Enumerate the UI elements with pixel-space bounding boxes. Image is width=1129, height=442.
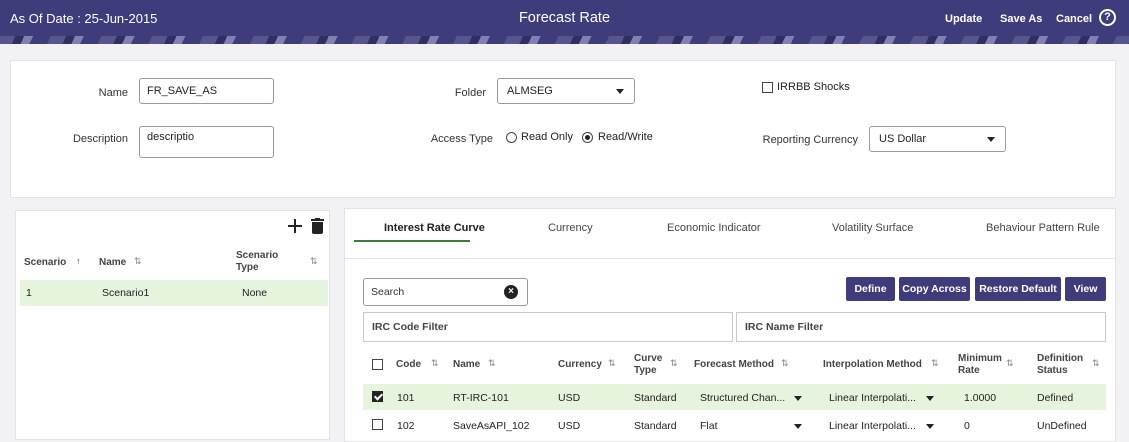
irc-code-filter[interactable]: IRC Code Filter [363, 312, 733, 342]
tab-economic-indicator[interactable]: Economic Indicator [667, 222, 761, 234]
row-name: RT-IRC-101 [453, 392, 509, 404]
tab-currency[interactable]: Currency [548, 222, 593, 234]
scenario-panel [15, 210, 330, 440]
row-minimum-rate[interactable]: 1.0000 [964, 392, 996, 404]
sort-asc-icon[interactable]: ↑ [76, 256, 81, 266]
scenario-number: 1 [26, 287, 32, 299]
view-button[interactable]: View [1065, 277, 1106, 301]
tabs-divider [344, 258, 1116, 259]
app-header: As Of Date : 25-Jun-2015 Forecast Rate U… [0, 0, 1129, 44]
sort-icon[interactable]: ⇅ [670, 358, 678, 369]
read-write-label: Read/Write [598, 131, 653, 143]
folder-label: Folder [454, 87, 486, 99]
read-only-label: Read Only [521, 131, 573, 143]
row-checkbox[interactable] [372, 419, 383, 430]
row-curve-type: Standard [634, 420, 677, 432]
chevron-down-icon [616, 89, 624, 94]
scenario-row[interactable]: 1 Scenario1 None [20, 280, 328, 306]
chevron-down-icon[interactable] [794, 424, 802, 429]
tab-interest-rate-curve[interactable]: Interest Rate Curve [384, 222, 485, 234]
forecast-method-select[interactable]: Flat [700, 420, 718, 432]
interpolation-method-select[interactable]: Linear Interpolati... [829, 392, 916, 404]
name-label: Name [98, 87, 128, 99]
row-curve-type: Standard [634, 392, 677, 404]
col-header-name[interactable]: Name [99, 257, 126, 269]
clear-search-icon[interactable]: × [504, 285, 518, 299]
chevron-down-icon[interactable] [926, 396, 934, 401]
select-all-checkbox[interactable] [372, 359, 383, 370]
define-button[interactable]: Define [846, 277, 895, 301]
tab-behaviour-pattern-rule[interactable]: Behaviour Pattern Rule [986, 222, 1100, 234]
help-icon[interactable]: ? [1099, 9, 1116, 26]
sort-icon[interactable]: ⇅ [134, 256, 142, 267]
tab-volatility-surface[interactable]: Volatility Surface [832, 222, 913, 234]
row-minimum-rate[interactable]: 0 [964, 420, 970, 432]
add-icon[interactable] [287, 218, 303, 234]
trash-icon[interactable] [311, 218, 324, 234]
sort-icon[interactable]: ⇅ [1006, 358, 1014, 369]
scenario-name: Scenario1 [102, 287, 150, 299]
irrbb-shocks-label: IRRBB Shocks [777, 81, 850, 93]
sort-icon[interactable]: ⇅ [488, 358, 496, 369]
description-label: Description [72, 133, 128, 145]
sort-icon[interactable]: ⇅ [781, 358, 789, 369]
sort-icon[interactable]: ⇅ [608, 358, 616, 369]
col-header-scenario[interactable]: Scenario [24, 257, 66, 269]
restore-default-button[interactable]: Restore Default [975, 277, 1061, 301]
row-currency: USD [558, 392, 581, 404]
sort-icon[interactable]: ⇅ [431, 358, 439, 369]
interpolation-method-select[interactable]: Linear Interpolati... [829, 420, 916, 432]
row-name: SaveAsAPI_102 [453, 420, 530, 432]
reporting-currency-select[interactable]: US Dollar [869, 126, 1006, 152]
col-header-scenario-type[interactable]: Scenario Type [236, 250, 278, 274]
access-type-label: Access Type [430, 133, 493, 145]
col-header-name[interactable]: Name [453, 359, 480, 371]
header-decorative-band [0, 36, 1129, 44]
row-definition-status: Defined [1037, 392, 1074, 404]
col-header-forecast-method[interactable]: Forecast Method [694, 359, 774, 371]
read-write-radio[interactable] [582, 132, 593, 143]
folder-select[interactable]: ALMSEG [497, 78, 635, 104]
reporting-currency-value: US Dollar [879, 133, 927, 145]
update-button[interactable]: Update [945, 13, 982, 25]
name-input[interactable]: FR_SAVE_AS [139, 78, 274, 104]
row-code: 102 [397, 420, 415, 432]
sort-icon[interactable]: ⇅ [310, 256, 318, 267]
chevron-down-icon[interactable] [926, 424, 934, 429]
row-definition-status: UnDefined [1037, 420, 1087, 432]
description-input[interactable]: descriptio [139, 126, 274, 158]
col-header-interpolation-method[interactable]: Interpolation Method [823, 359, 922, 371]
row-checkbox[interactable] [372, 391, 383, 402]
irc-name-filter[interactable]: IRC Name Filter [736, 312, 1106, 342]
folder-value: ALMSEG [507, 85, 553, 97]
reporting-currency-label: Reporting Currency [762, 134, 858, 146]
col-header-code[interactable]: Code [396, 359, 421, 371]
row-code: 101 [397, 392, 415, 404]
sort-icon[interactable]: ⇅ [1092, 358, 1100, 369]
irrbb-shocks-checkbox[interactable] [762, 82, 773, 93]
read-only-radio[interactable] [506, 132, 517, 143]
copy-across-button[interactable]: Copy Across [899, 277, 970, 301]
search-box[interactable]: Search × [363, 278, 528, 306]
scenario-type: None [242, 287, 268, 299]
active-tab-underline [354, 240, 470, 242]
search-input[interactable]: Search [371, 286, 404, 298]
chevron-down-icon[interactable] [794, 396, 802, 401]
col-header-definition-status[interactable]: Definition Status [1037, 353, 1083, 377]
sort-icon[interactable]: ⇅ [931, 358, 939, 369]
col-header-minimum-rate[interactable]: Minimum Rate [958, 353, 1002, 377]
cancel-button[interactable]: Cancel [1056, 13, 1092, 25]
row-currency: USD [558, 420, 581, 432]
save-as-button[interactable]: Save As [1000, 13, 1042, 25]
col-header-curve-type[interactable]: Curve Type [634, 353, 668, 377]
col-header-currency[interactable]: Currency [558, 359, 602, 371]
forecast-method-select[interactable]: Structured Chan... [700, 392, 785, 404]
chevron-down-icon [987, 137, 995, 142]
